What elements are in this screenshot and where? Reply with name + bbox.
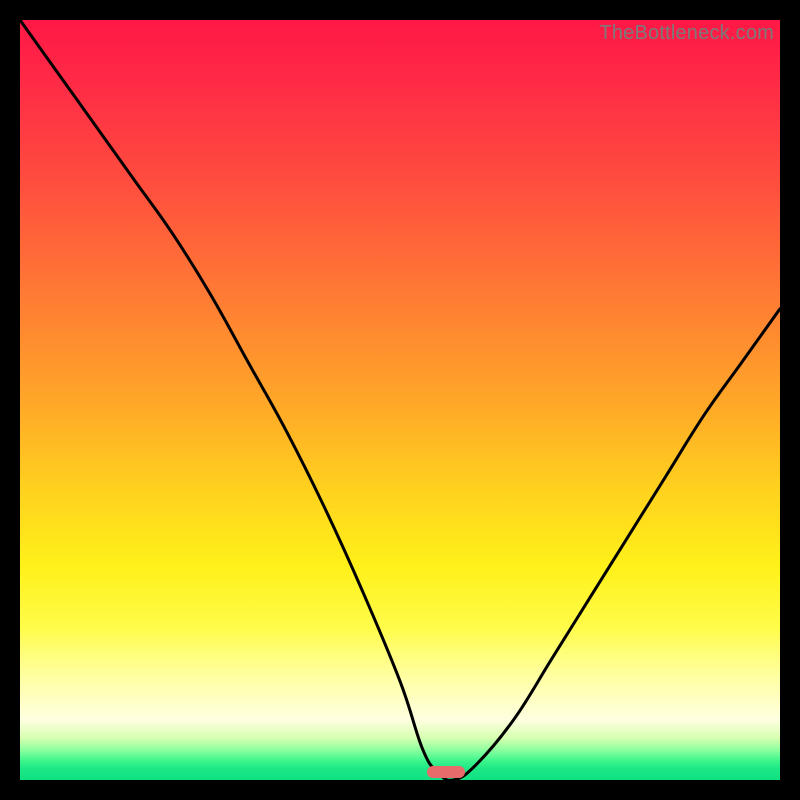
curve-path [20, 20, 780, 780]
chart-plot-area: TheBottleneck.com [20, 20, 780, 780]
watermark-label: TheBottleneck.com [599, 22, 774, 45]
chart-frame: TheBottleneck.com [0, 0, 800, 800]
optimum-marker [427, 766, 465, 778]
bottleneck-curve [20, 20, 780, 780]
